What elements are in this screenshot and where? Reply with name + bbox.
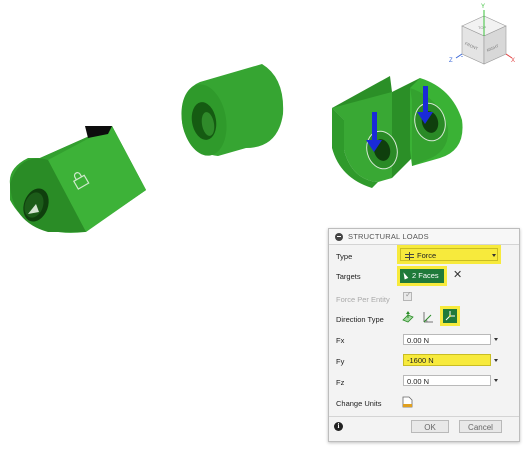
dialog-header[interactable]: STRUCTURAL LOADS bbox=[329, 229, 519, 245]
fx-value: 0.00 N bbox=[407, 336, 430, 345]
force-icon bbox=[405, 252, 414, 261]
fz-input[interactable]: 0.00 N bbox=[403, 375, 491, 386]
fz-dropdown-icon[interactable] bbox=[494, 379, 498, 382]
footer-divider bbox=[329, 416, 519, 417]
vector-components-icon bbox=[445, 311, 455, 321]
direction-angle-button[interactable] bbox=[422, 311, 434, 323]
axis-z-label: Z bbox=[449, 58, 453, 64]
fx-dropdown-icon[interactable] bbox=[494, 338, 498, 341]
part-bracket[interactable] bbox=[332, 76, 463, 188]
axis-y-label: Y bbox=[481, 4, 485, 10]
fy-label: Fy bbox=[336, 357, 345, 366]
clear-selection-icon[interactable]: ✕ bbox=[453, 270, 462, 281]
force-per-entity-checkbox[interactable]: ✓ bbox=[403, 290, 412, 301]
fy-value: -1600 N bbox=[407, 356, 434, 365]
cancel-button[interactable]: Cancel bbox=[459, 420, 502, 433]
fz-value: 0.00 N bbox=[407, 377, 430, 386]
dialog-title: STRUCTURAL LOADS bbox=[348, 232, 429, 241]
targets-selection-button[interactable]: 2 Faces bbox=[400, 269, 444, 283]
targets-value: 2 Faces bbox=[412, 271, 439, 280]
fy-input[interactable]: -1600 N bbox=[403, 354, 491, 366]
type-value: Force bbox=[417, 251, 437, 260]
collapse-icon[interactable] bbox=[335, 232, 343, 241]
angle-direction-icon bbox=[423, 312, 433, 323]
fx-label: Fx bbox=[336, 336, 345, 345]
type-label: Type bbox=[336, 252, 353, 261]
checkmark-icon: ✓ bbox=[405, 290, 412, 299]
targets-label: Targets bbox=[336, 272, 361, 281]
viewcube-top-label[interactable]: TOP bbox=[478, 25, 486, 30]
info-icon[interactable]: i bbox=[334, 422, 343, 431]
direction-normal-button[interactable] bbox=[402, 311, 414, 323]
fy-dropdown-icon[interactable] bbox=[494, 359, 498, 362]
normal-direction-icon bbox=[402, 311, 414, 323]
axis-x-label: X bbox=[511, 58, 515, 64]
ok-button[interactable]: OK bbox=[411, 420, 449, 433]
fx-input[interactable]: 0.00 N bbox=[403, 334, 491, 345]
direction-vectors-button[interactable] bbox=[443, 309, 457, 323]
chevron-down-icon bbox=[492, 254, 496, 257]
view-cube[interactable]: TOP FRONT RIGHT Y Z X bbox=[449, 4, 515, 65]
type-select[interactable]: Force bbox=[400, 248, 498, 261]
part-cylinder[interactable] bbox=[176, 64, 284, 159]
cursor-arrow-icon bbox=[401, 271, 409, 280]
ok-label: OK bbox=[424, 423, 436, 432]
force-per-entity-label: Force Per Entity bbox=[336, 295, 390, 304]
change-units-label: Change Units bbox=[336, 399, 382, 408]
fz-label: Fz bbox=[336, 378, 345, 387]
direction-type-label: Direction Type bbox=[336, 315, 384, 324]
structural-loads-dialog: STRUCTURAL LOADS Type Force Targets 2 Fa… bbox=[328, 228, 520, 442]
units-document-icon bbox=[402, 396, 413, 408]
cancel-label: Cancel bbox=[468, 423, 493, 432]
part-block-with-hole[interactable] bbox=[9, 126, 147, 233]
change-units-button[interactable] bbox=[402, 396, 413, 408]
